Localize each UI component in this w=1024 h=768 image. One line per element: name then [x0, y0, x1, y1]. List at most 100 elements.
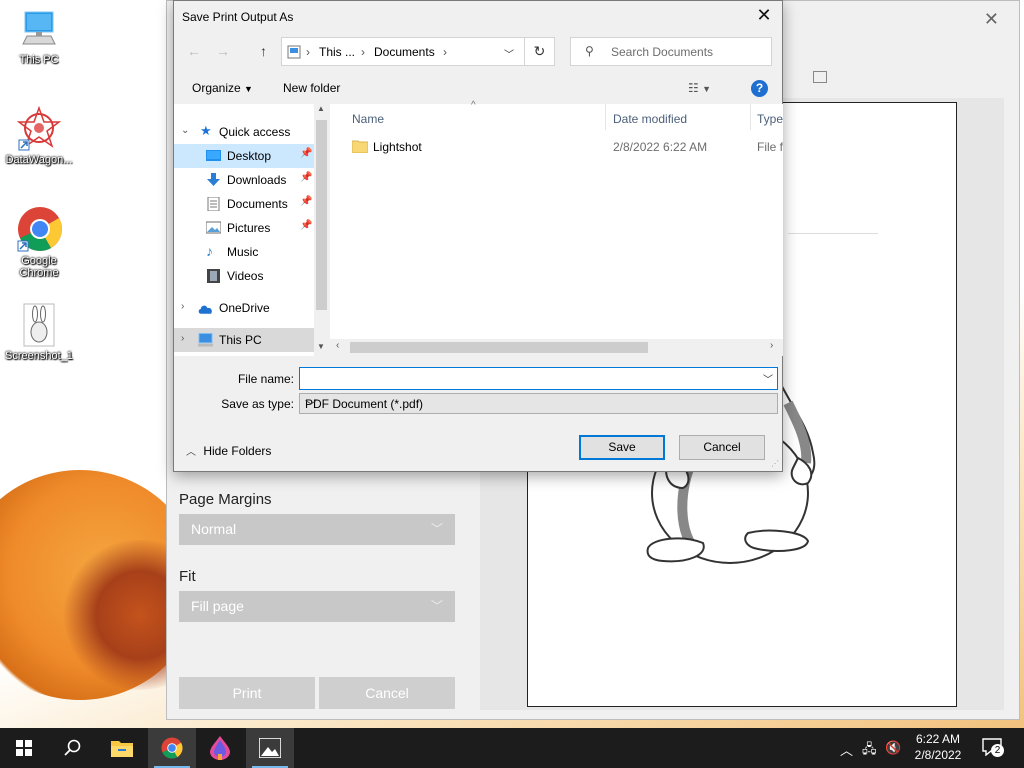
- desktop-icon-label: This PC: [19, 54, 59, 66]
- pin-icon[interactable]: 📌: [300, 172, 312, 183]
- nav-onedrive[interactable]: › OneDrive: [174, 296, 314, 320]
- file-name-input[interactable]: [304, 370, 754, 387]
- star-icon: ★: [200, 123, 212, 138]
- nav-quick-access-label: Quick access: [219, 125, 291, 139]
- taskbar-paint-app[interactable]: [196, 728, 244, 768]
- taskbar-photos[interactable]: [246, 728, 294, 768]
- breadcrumb-this-pc[interactable]: This ...: [319, 45, 355, 59]
- system-clock[interactable]: 6:22 AM 2/8/2022: [908, 731, 968, 763]
- resize-grip-icon[interactable]: ⋰: [771, 459, 779, 468]
- save-button[interactable]: Save: [579, 435, 665, 460]
- pin-icon[interactable]: 📌: [300, 148, 312, 159]
- nav-scrollbar[interactable]: ▲ ▼: [314, 104, 329, 356]
- organize-button[interactable]: Organize ▼: [192, 81, 253, 95]
- search-box[interactable]: ⚲ Search Documents: [570, 37, 772, 66]
- pictures-icon: [206, 221, 221, 234]
- close-icon[interactable]: ✕: [984, 9, 999, 30]
- column-header-date-modified[interactable]: Date modified: [613, 112, 687, 126]
- save-as-type-label: Save as type:: [221, 397, 294, 411]
- this-pc-icon: [287, 45, 301, 59]
- taskbar-chrome[interactable]: [148, 728, 196, 768]
- folder-icon: [111, 741, 133, 757]
- pin-icon[interactable]: 📌: [300, 196, 312, 207]
- organize-label: Organize: [192, 81, 241, 95]
- scrollbar-thumb[interactable]: [316, 120, 327, 310]
- breadcrumb-documents[interactable]: Documents: [374, 45, 435, 59]
- column-header-type[interactable]: Type: [757, 112, 783, 126]
- volume-muted-icon[interactable]: 🔇: [885, 740, 901, 756]
- chevron-expanded-icon: ⌄: [181, 125, 190, 136]
- chevron-down-icon: ﹀: [430, 599, 443, 613]
- hide-folders-toggle[interactable]: ︿ Hide Folders: [186, 443, 271, 458]
- file-name-field[interactable]: ﹀: [299, 367, 778, 390]
- fit-label: Fit: [179, 568, 196, 585]
- start-button[interactable]: [0, 728, 48, 768]
- desktop-icon-this-pc[interactable]: This PC: [1, 10, 77, 66]
- print-cancel-button[interactable]: Cancel: [319, 677, 455, 709]
- column-header-name[interactable]: Name: [352, 112, 384, 126]
- taskbar-file-explorer[interactable]: [98, 728, 146, 768]
- search-button[interactable]: [48, 728, 96, 768]
- close-icon[interactable]: ✕: [754, 5, 774, 25]
- chevron-down-icon: ﹀: [305, 399, 318, 413]
- network-icon[interactable]: 🖧: [862, 740, 877, 762]
- cancel-button[interactable]: Cancel: [679, 435, 765, 460]
- desktop-icon-google-chrome[interactable]: Google Chrome: [1, 205, 77, 279]
- nav-videos[interactable]: Videos: [174, 264, 314, 288]
- file-list: ^ Name Date modified Type Lightshot 2/8/…: [330, 100, 783, 356]
- pin-icon[interactable]: 📌: [300, 220, 312, 231]
- fullscreen-icon[interactable]: [813, 71, 827, 83]
- address-bar[interactable]: › This ... › Documents › ﹀: [281, 37, 525, 66]
- column-separator[interactable]: [605, 104, 606, 130]
- horizontal-scrollbar[interactable]: ‹ ›: [330, 339, 783, 356]
- scrollbar-thumb[interactable]: [350, 342, 648, 353]
- paint-drop-icon: [210, 736, 230, 760]
- nav-documents[interactable]: Documents 📌: [174, 192, 314, 216]
- scroll-down-icon[interactable]: ▼: [317, 342, 325, 351]
- chevron-up-icon: ︿: [186, 447, 196, 458]
- nav-pictures[interactable]: Pictures 📌: [174, 216, 314, 240]
- desktop-icon-screenshot[interactable]: Screenshot_1: [1, 302, 77, 362]
- table-row[interactable]: Lightshot 2/8/2022 6:22 AM File fo: [330, 134, 783, 158]
- desktop-icon-datawagon[interactable]: DataWagon...: [1, 106, 77, 166]
- page-margins-label: Page Margins: [179, 491, 272, 508]
- chevron-down-icon[interactable]: ﹀: [763, 371, 773, 386]
- new-folder-button[interactable]: New folder: [283, 81, 340, 95]
- this-pc-icon: [198, 333, 213, 347]
- download-arrow-icon: [207, 173, 220, 186]
- clock-date: 2/8/2022: [914, 748, 962, 762]
- nav-desktop[interactable]: Desktop 📌: [174, 144, 314, 168]
- fit-select[interactable]: Fill page ﹀: [179, 591, 455, 622]
- nav-this-pc[interactable]: › This PC: [174, 328, 314, 352]
- nav-music[interactable]: ♪ Music: [174, 240, 314, 264]
- desktop-icon-label: Google Chrome: [19, 255, 59, 279]
- forward-arrow-icon[interactable]: →: [216, 43, 230, 59]
- refresh-button[interactable]: ↻: [525, 37, 555, 66]
- nav-videos-label: Videos: [227, 269, 264, 283]
- back-arrow-icon[interactable]: ←: [187, 43, 201, 59]
- notification-center-button[interactable]: 2: [982, 738, 1004, 758]
- scroll-up-icon[interactable]: ▲: [317, 104, 325, 113]
- fit-value: Fill page: [191, 598, 244, 614]
- desktop-icon-label: Screenshot_1: [5, 350, 73, 362]
- nav-music-label: Music: [227, 245, 259, 259]
- view-options-icon[interactable]: ☷ ▼: [688, 81, 711, 95]
- scroll-right-icon[interactable]: ›: [770, 340, 773, 351]
- desktop-icon-label: DataWagon...: [5, 154, 73, 166]
- up-arrow-icon[interactable]: ↑: [260, 43, 267, 59]
- search-icon: [64, 739, 81, 756]
- nav-quick-access[interactable]: ⌄ ★ Quick access: [174, 120, 314, 144]
- column-separator[interactable]: [750, 104, 751, 130]
- page-margins-select[interactable]: Normal ﹀: [179, 514, 455, 545]
- show-hidden-icons-chevron[interactable]: ︿: [840, 740, 853, 759]
- sort-up-icon: ^: [471, 100, 476, 111]
- hide-folders-label: Hide Folders: [203, 444, 272, 458]
- chrome-icon: [161, 737, 183, 759]
- film-icon: [207, 269, 220, 283]
- scroll-left-icon[interactable]: ‹: [336, 340, 339, 351]
- chevron-down-icon[interactable]: ﹀: [504, 46, 514, 61]
- help-icon[interactable]: ?: [751, 80, 768, 97]
- print-button[interactable]: Print: [179, 677, 315, 709]
- save-as-type-select[interactable]: PDF Document (*.pdf) ﹀: [299, 393, 778, 414]
- nav-downloads[interactable]: Downloads 📌: [174, 168, 314, 192]
